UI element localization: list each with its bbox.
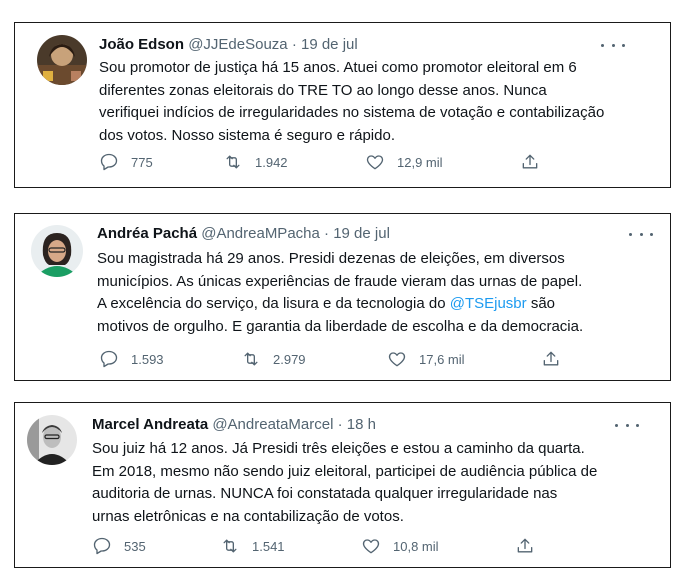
- retweet-count: 1.541: [252, 538, 285, 554]
- tweet-text-line: Sou juiz há 12 anos. Já Presidi três ele…: [92, 440, 585, 457]
- tweet-card[interactable]: João Edson @JJEdeSouza · 19 de jul Sou p…: [14, 22, 671, 188]
- reply-button[interactable]: 535: [92, 535, 146, 557]
- reply-count: 1.593: [131, 351, 164, 367]
- share-icon: [541, 349, 561, 369]
- author-handle[interactable]: @AndreaMPacha: [201, 225, 320, 242]
- tweet-text-line: Sou promotor de justiça há 15 anos. Atue…: [99, 59, 577, 76]
- tweet-actions: 775 1.942 12,9 mil: [15, 151, 670, 173]
- separator: ·: [324, 225, 330, 242]
- reply-icon: [99, 349, 119, 369]
- reply-button[interactable]: 1.593: [99, 348, 164, 370]
- more-icon[interactable]: [601, 39, 625, 51]
- avatar[interactable]: [31, 225, 83, 277]
- retweet-button[interactable]: 2.979: [241, 348, 306, 370]
- tweet-text: Sou juiz há 12 anos. Já Presidi três ele…: [92, 438, 597, 528]
- timestamp[interactable]: 19 de jul: [301, 36, 358, 53]
- like-count: 12,9 mil: [397, 154, 443, 170]
- like-button[interactable]: 17,6 mil: [387, 348, 465, 370]
- tweet-text-line: diferentes zonas eleitorais do TRE TO ao…: [99, 81, 547, 99]
- separator: ·: [291, 36, 297, 53]
- tweet-text-line: municípios. As únicas experiências de fr…: [97, 272, 583, 290]
- timestamp[interactable]: 18 h: [347, 416, 376, 433]
- retweet-icon: [241, 349, 261, 369]
- tweet-text-line: dos votos. Nosso sistema é seguro e rápi…: [99, 126, 395, 144]
- like-icon: [387, 349, 407, 369]
- reply-button[interactable]: 775: [99, 151, 153, 173]
- tweet-header: Marcel Andreata @AndreataMarcel · 18 h: [92, 415, 376, 435]
- share-button[interactable]: [541, 348, 561, 370]
- share-button[interactable]: [520, 151, 540, 173]
- tweet-header: João Edson @JJEdeSouza · 19 de jul: [99, 35, 358, 55]
- share-button[interactable]: [515, 535, 535, 557]
- like-count: 10,8 mil: [393, 538, 439, 554]
- tweet-card[interactable]: Andréa Pachá @AndreaMPacha · 19 de jul S…: [14, 213, 671, 381]
- tweet-text-segment: são: [530, 295, 556, 312]
- reply-count: 535: [124, 538, 146, 554]
- retweet-icon: [223, 152, 243, 172]
- tweet-text-line: auditoria de urnas. NUNCA foi constatada…: [92, 485, 558, 502]
- author-handle[interactable]: @JJEdeSouza: [188, 36, 287, 53]
- avatar[interactable]: [37, 35, 87, 85]
- retweet-button[interactable]: 1.942: [223, 151, 288, 173]
- tweet-actions: 1.593 2.979 17,6 mil: [15, 348, 670, 370]
- mention-link[interactable]: @TSEjusbr: [450, 295, 527, 312]
- like-icon: [365, 152, 385, 172]
- tweet-card[interactable]: Marcel Andreata @AndreataMarcel · 18 h S…: [14, 402, 671, 568]
- tweet-text-segment: A excelência do serviço, da lisura e da …: [97, 295, 446, 312]
- share-icon: [515, 536, 535, 556]
- timestamp[interactable]: 19 de jul: [333, 225, 390, 242]
- author-name[interactable]: Andréa Pachá: [97, 225, 197, 242]
- tweet-text-line: urnas eletrônicas e na contabilização de…: [92, 507, 404, 525]
- reply-count: 775: [131, 154, 153, 170]
- tweet-text-line: verifiquei indícios de irregularidades n…: [99, 104, 605, 121]
- tweet-actions: 535 1.541 10,8 mil: [15, 535, 670, 557]
- retweet-icon: [220, 536, 240, 556]
- tweet-text-line: motivos de orgulho. E garantia da liberd…: [97, 317, 584, 335]
- author-name[interactable]: Marcel Andreata: [92, 416, 208, 433]
- like-button[interactable]: 10,8 mil: [361, 535, 439, 557]
- more-icon[interactable]: [615, 419, 639, 431]
- reply-icon: [92, 536, 112, 556]
- avatar[interactable]: [27, 415, 77, 465]
- like-count: 17,6 mil: [419, 351, 465, 367]
- tweet-text-line: Sou magistrada há 29 anos. Presidi dezen…: [97, 250, 565, 267]
- author-handle[interactable]: @AndreataMarcel: [212, 416, 333, 433]
- like-button[interactable]: 12,9 mil: [365, 151, 443, 173]
- tweet-text-line: Em 2018, mesmo não sendo juiz eleitoral,…: [92, 462, 598, 480]
- tweet-text: Sou promotor de justiça há 15 anos. Atue…: [99, 57, 604, 147]
- more-icon[interactable]: [629, 228, 653, 240]
- tweet-header: Andréa Pachá @AndreaMPacha · 19 de jul: [97, 224, 390, 244]
- separator: ·: [337, 416, 343, 433]
- retweet-button[interactable]: 1.541: [220, 535, 285, 557]
- like-icon: [361, 536, 381, 556]
- reply-icon: [99, 152, 119, 172]
- tweet-text-line: A excelência do serviço, da lisura e da …: [97, 293, 583, 316]
- retweet-count: 2.979: [273, 351, 306, 367]
- retweet-count: 1.942: [255, 154, 288, 170]
- share-icon: [520, 152, 540, 172]
- author-name[interactable]: João Edson: [99, 36, 184, 53]
- tweet-text: Sou magistrada há 29 anos. Presidi dezen…: [97, 248, 583, 338]
